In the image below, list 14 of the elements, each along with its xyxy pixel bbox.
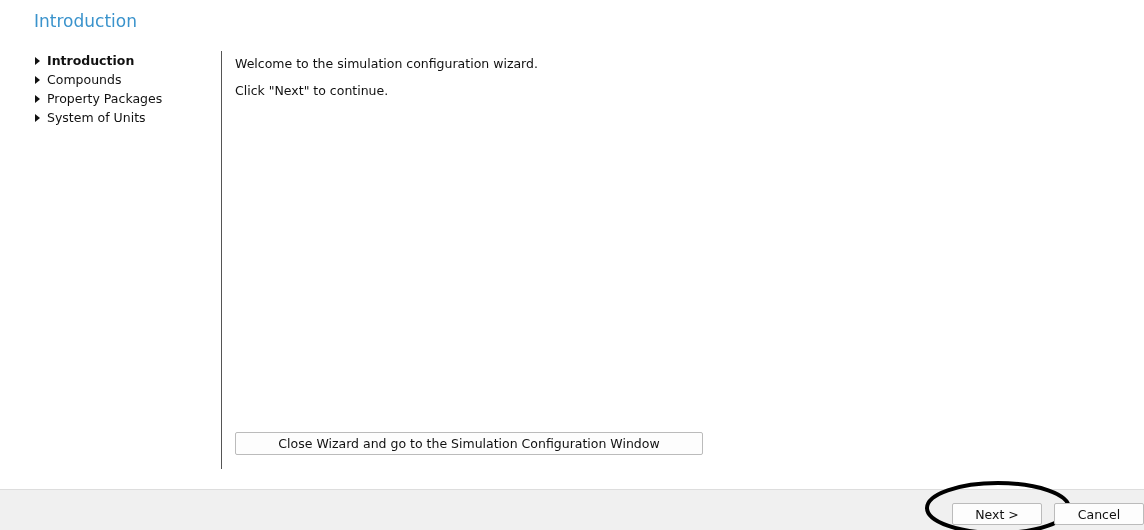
step-item[interactable]: Compounds — [35, 70, 221, 89]
close-wizard-button[interactable]: Close Wizard and go to the Simulation Configuration Window — [235, 432, 703, 455]
step-item[interactable]: System of Units — [35, 108, 221, 127]
triangle-icon — [35, 75, 40, 84]
triangle-icon — [35, 56, 40, 65]
cancel-button[interactable]: Cancel — [1054, 503, 1144, 525]
step-item[interactable]: Introduction — [35, 51, 221, 70]
page-title: Introduction — [33, 10, 138, 33]
triangle-icon — [35, 113, 40, 122]
wizard-text: Click "Next" to continue. — [235, 83, 390, 98]
next-button[interactable]: Next > — [952, 503, 1042, 525]
triangle-icon — [35, 94, 40, 103]
step-item[interactable]: Property Packages — [35, 89, 221, 108]
wizard-text: Welcome to the simulation configuration wizard. — [235, 56, 539, 71]
